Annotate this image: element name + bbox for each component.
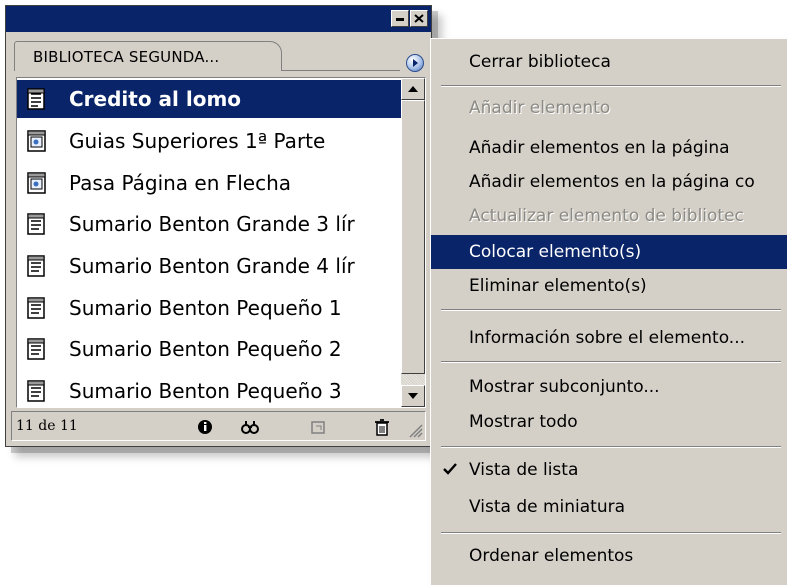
menu-item-close-library[interactable]: Cerrar biblioteca xyxy=(431,46,787,78)
graphic-document-icon xyxy=(27,171,46,194)
item-label: Sumario Benton Pequeño 3 xyxy=(69,378,342,403)
text-document-icon xyxy=(27,380,45,402)
scroll-down-button[interactable] xyxy=(401,385,425,407)
binoculars-icon[interactable] xyxy=(240,417,260,437)
resize-grip-icon[interactable] xyxy=(407,422,423,438)
list-item[interactable]: Sumario Benton Pequeño 1 xyxy=(17,287,401,329)
scroll-thumb[interactable] xyxy=(401,100,425,374)
text-document-icon xyxy=(27,255,45,277)
checkmark-icon xyxy=(443,463,457,475)
menu-item-add-elements-on-page[interactable]: Añadir elementos en la página xyxy=(431,132,787,164)
trash-icon[interactable] xyxy=(372,417,392,437)
item-label: Sumario Benton Grande 4 lír xyxy=(69,253,355,278)
new-item-icon[interactable] xyxy=(308,417,328,437)
menu-item-label: Vista de lista xyxy=(469,460,579,480)
status-bar: 11 de 11 xyxy=(11,411,426,441)
text-document-icon xyxy=(27,213,45,235)
list-item[interactable]: Guias Superiores 1ª Parte xyxy=(17,120,401,162)
minimize-button[interactable] xyxy=(391,10,409,27)
menu-item-thumbnail-view[interactable]: Vista de miniatura xyxy=(431,491,787,523)
item-label: Sumario Benton Grande 3 lír xyxy=(69,212,355,237)
list-item[interactable]: Sumario Benton Grande 3 lír xyxy=(17,203,401,245)
tab-divider xyxy=(282,70,400,71)
scroll-up-button[interactable] xyxy=(401,78,425,100)
list-item[interactable]: Sumario Benton Pequeño 2 xyxy=(17,328,401,370)
menu-item-show-all[interactable]: Mostrar todo xyxy=(431,406,787,438)
menu-item-list-view[interactable]: Vista de lista xyxy=(431,454,787,486)
text-document-icon xyxy=(27,338,45,361)
text-document-icon xyxy=(27,88,45,110)
close-button[interactable] xyxy=(410,10,428,27)
item-label: Sumario Benton Pequeño 1 xyxy=(69,295,342,320)
item-label: Sumario Benton Pequeño 2 xyxy=(69,337,342,362)
menu-separator xyxy=(441,309,781,311)
menu-separator xyxy=(441,361,781,363)
item-label: Pasa Página en Flecha xyxy=(69,170,292,195)
list-item[interactable]: Credito al lomo xyxy=(17,80,401,118)
info-icon[interactable] xyxy=(195,417,215,437)
menu-separator xyxy=(441,446,781,448)
menu-item-sort-elements[interactable]: Ordenar elementos xyxy=(431,540,787,572)
panel-menu-button[interactable] xyxy=(406,54,424,72)
list-item[interactable]: Sumario Benton Grande 4 lír xyxy=(17,245,401,287)
item-label: Guias Superiores 1ª Parte xyxy=(69,128,326,153)
graphic-document-icon xyxy=(27,130,46,152)
item-label: Credito al lomo xyxy=(69,87,242,111)
list-item[interactable]: Sumario Benton Pequeño 3 xyxy=(17,370,401,407)
menu-separator xyxy=(441,532,781,534)
menu-item-delete-elements[interactable]: Eliminar elemento(s) xyxy=(431,270,787,302)
menu-separator xyxy=(441,85,781,87)
panel-context-menu: Cerrar biblioteca Añadir elemento Añadir… xyxy=(430,38,787,585)
library-tab[interactable]: BIBLIOTECA SEGUNDA... xyxy=(14,41,282,71)
close-icon xyxy=(414,14,424,23)
menu-item-place-elements[interactable]: Colocar elemento(s) xyxy=(431,235,787,269)
menu-item-add-elements-on-page-as[interactable]: Añadir elementos en la página co xyxy=(431,166,787,198)
menu-item-show-subset[interactable]: Mostrar subconjunto... xyxy=(431,371,787,403)
menu-item-add-element[interactable]: Añadir elemento xyxy=(431,92,787,124)
text-document-icon xyxy=(27,296,45,319)
list-item[interactable]: Pasa Página en Flecha xyxy=(17,162,401,204)
panel-title-bar[interactable] xyxy=(6,6,431,32)
vertical-scrollbar[interactable] xyxy=(401,78,425,407)
item-count: 11 de 11 xyxy=(16,418,78,434)
library-items-list[interactable]: Credito al lomo Guias Superiores 1ª Part… xyxy=(16,77,426,408)
menu-item-update-library-element[interactable]: Actualizar elemento de bibliotec xyxy=(431,200,787,232)
menu-item-element-info[interactable]: Información sobre el elemento... xyxy=(431,322,787,354)
library-panel: BIBLIOTECA SEGUNDA... Credito al lomo Gu… xyxy=(5,5,432,447)
